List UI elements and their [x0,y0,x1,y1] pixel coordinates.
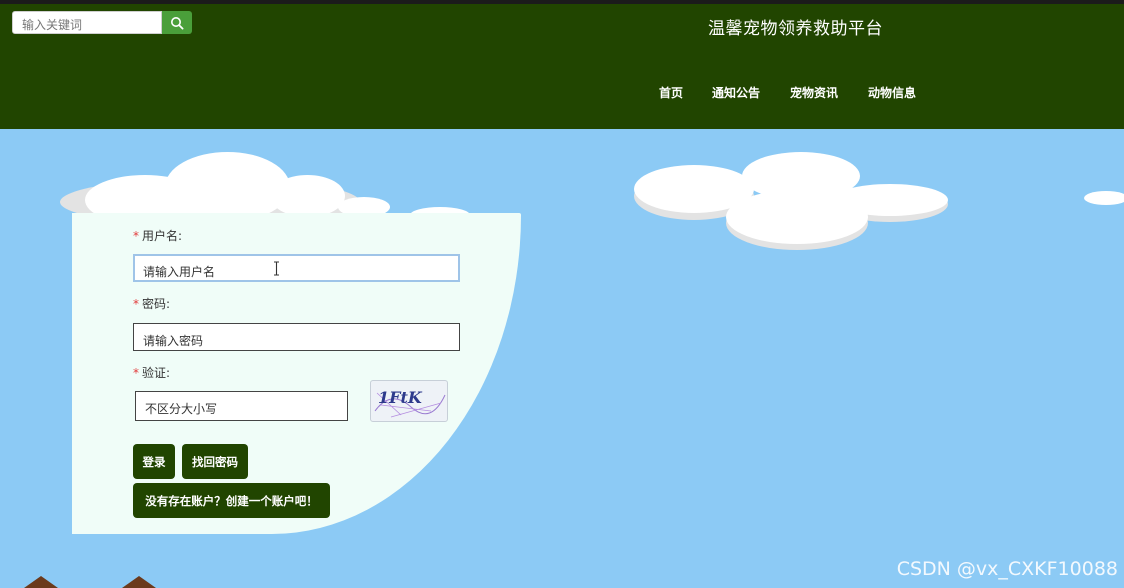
username-label: * 用户名: [133,229,183,243]
nav-item-home[interactable]: 首页 [659,84,683,101]
username-field[interactable]: 请输入用户名 [133,254,460,282]
search-input[interactable]: 输入关键词 [12,11,162,34]
login-button[interactable]: 登录 [133,444,175,479]
site-title: 温馨宠物领养救助平台 [708,19,883,39]
nav-item-notices[interactable]: 通知公告 [712,84,760,101]
search-icon [171,16,184,30]
captcha-label: * 验证: [133,366,171,380]
password-field[interactable]: 请输入密码 [133,323,460,351]
watermark: CSDN @vx_CXKF10088 [896,558,1118,580]
captcha-field[interactable]: 不区分大小写 [135,391,348,421]
recover-password-button[interactable]: 找回密码 [182,444,248,479]
captcha-image[interactable]: 1FtK [370,380,448,422]
register-button[interactable]: 没有存在账户？创建一个账户吧！ [133,483,330,518]
search-button[interactable] [162,11,192,34]
nav-item-animal-info[interactable]: 动物信息 [868,84,916,101]
text-cursor-icon [274,261,279,276]
captcha-char-1: 1FtK [378,388,423,407]
password-label: * 密码: [133,297,171,311]
nav-item-pet-news[interactable]: 宠物资讯 [790,84,838,101]
header: 输入关键词 温馨宠物领养救助平台 首页 通知公告 宠物资讯 动物信息 [0,4,1124,129]
